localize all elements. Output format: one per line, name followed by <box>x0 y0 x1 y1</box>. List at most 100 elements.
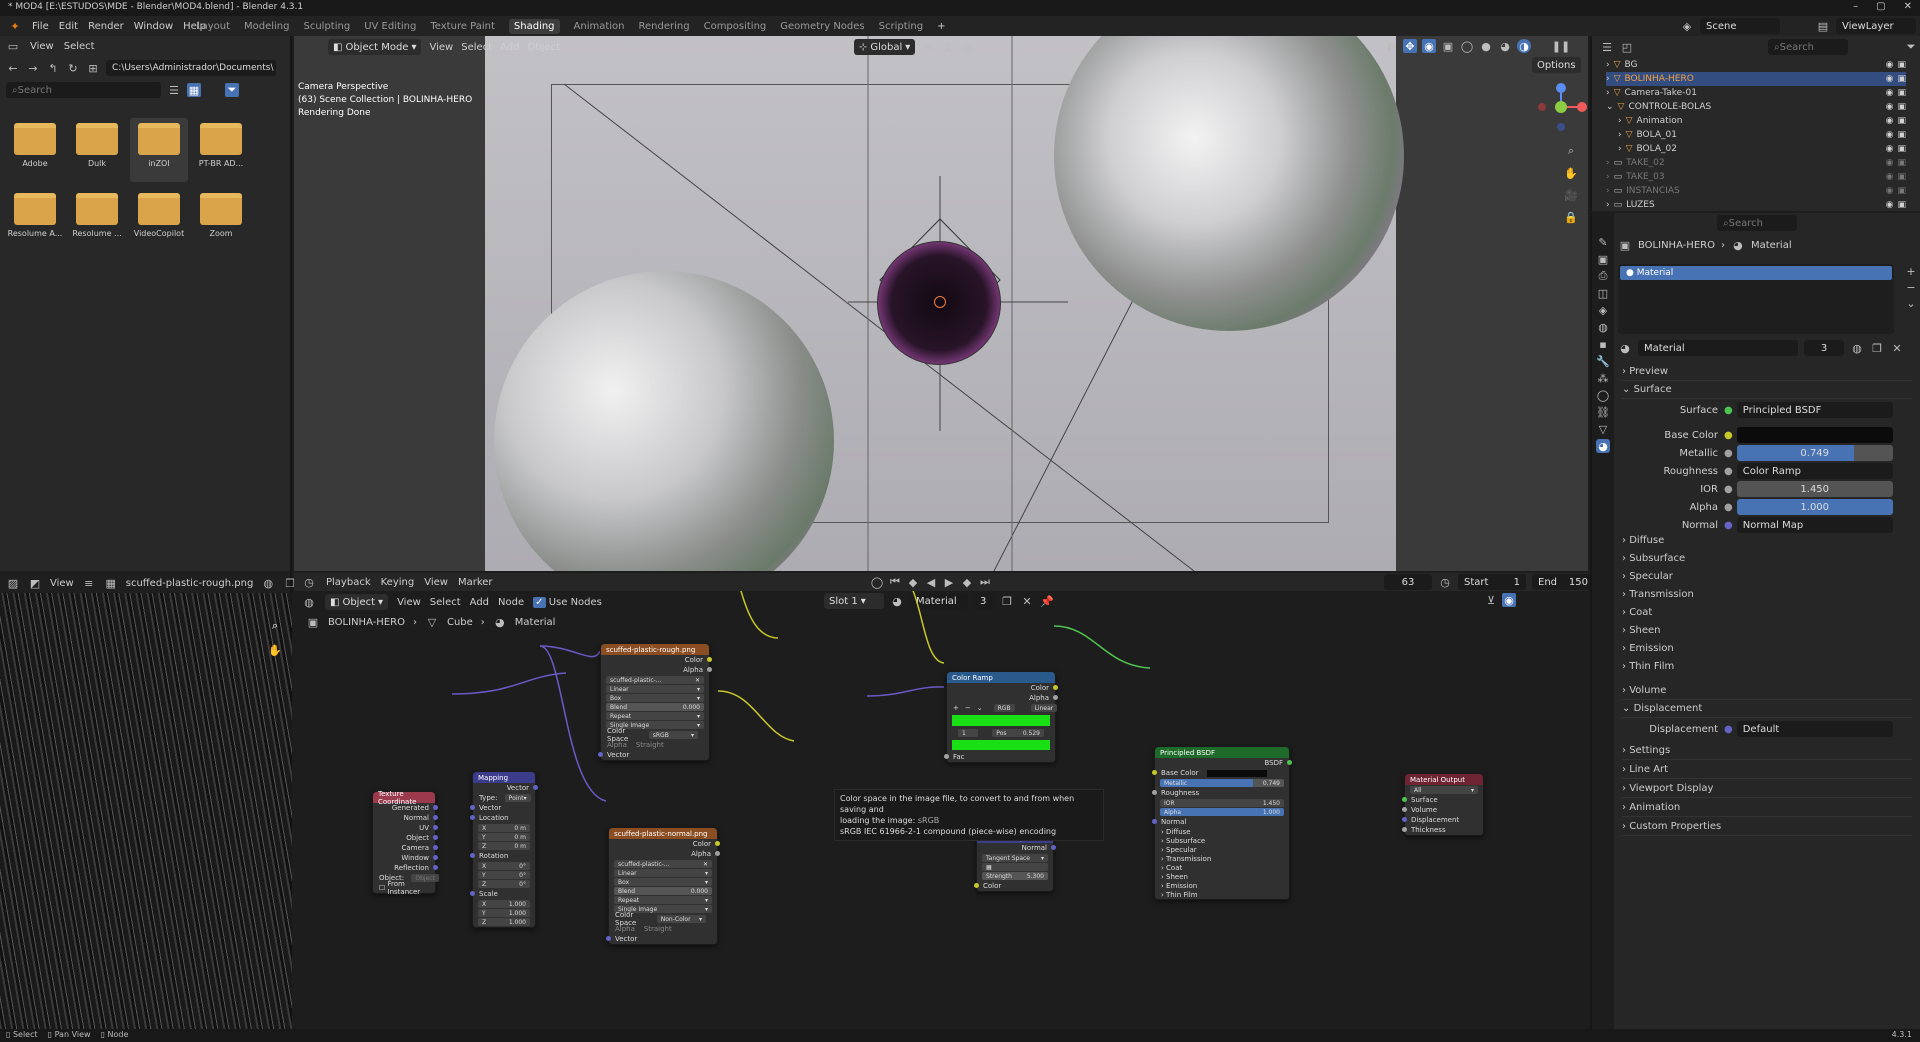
socket-icon[interactable] <box>715 851 720 856</box>
pan-hand-icon[interactable]: ✋ <box>1564 166 1578 180</box>
ramp-color-swatch[interactable] <box>952 740 1050 750</box>
expand-chevron-icon[interactable]: ⌄ <box>1606 102 1614 112</box>
view-layer-icon[interactable]: ◫ <box>1596 286 1610 300</box>
fb-menu-view[interactable]: View <box>30 41 54 52</box>
color-space-dropdown[interactable]: Non-Color ▾ <box>656 915 706 923</box>
color-space-dropdown[interactable]: sRGB ▾ <box>648 731 698 739</box>
image-interp-dropdown[interactable]: Linear ▾ <box>614 869 712 877</box>
bsdf-panel-toggle[interactable]: › Thin Film <box>1155 890 1289 899</box>
mapping-rot-field[interactable]: Y 0° <box>478 871 530 879</box>
socket-dot-icon[interactable]: ● <box>1724 502 1733 513</box>
path-field[interactable]: C:\Users\Administrador\Documents\ <box>106 60 276 76</box>
parent-icon[interactable]: ↰ <box>46 61 60 75</box>
outliner-item[interactable]: › ▭ INSTANCIAS ◉ ▣ <box>1606 184 1906 198</box>
image-proj-dropdown[interactable]: Box ▾ <box>614 878 712 886</box>
output-icon[interactable]: ⎙ <box>1596 269 1610 283</box>
props-panel-1[interactable]: › Line Art <box>1622 764 1912 779</box>
image-texture-rough-node[interactable]: scuffed-plastic-rough.png Color Alpha scuff… <box>598 643 712 761</box>
props-panel-2[interactable]: › Viewport Display <box>1622 783 1912 798</box>
tl-menu-keying[interactable]: Keying <box>381 577 415 588</box>
eye-icon[interactable]: ◉ <box>1886 88 1894 98</box>
camera-render-icon[interactable]: ▣ <box>1897 60 1906 70</box>
pivot-icon[interactable]: ⊙ <box>921 40 935 54</box>
outliner-item[interactable]: › ▽ BOLA_02 ◉ ▣ <box>1618 142 1906 156</box>
mapping-scale-field[interactable]: Z 1.000 <box>478 918 530 926</box>
world-icon[interactable]: ◍ <box>1596 320 1610 334</box>
vp-menu-object[interactable]: Object <box>527 42 560 53</box>
socket-icon[interactable] <box>433 855 438 860</box>
socket-icon[interactable] <box>433 865 438 870</box>
add-stop-icon[interactable]: + <box>953 704 959 712</box>
tab-shading[interactable]: Shading <box>508 19 560 34</box>
expand-chevron-icon[interactable]: › <box>1618 116 1622 126</box>
wireframe-shading-icon[interactable]: ◯ <box>1460 39 1474 53</box>
socket-dot-icon[interactable]: ● <box>1724 466 1733 477</box>
mapping-scale-field[interactable]: Y 1.000 <box>478 909 530 917</box>
maximize-icon[interactable]: ▢ <box>1876 1 1885 12</box>
expand-chevron-icon[interactable]: › <box>1606 158 1610 168</box>
outliner-editor-icon[interactable]: ☰ <box>1600 40 1614 54</box>
socket-icon[interactable] <box>974 883 979 888</box>
outliner-item[interactable]: › ▭ TAKE_02 ◉ ▣ <box>1606 156 1906 170</box>
eye-icon[interactable]: ◉ <box>1886 60 1894 70</box>
thumbnail-view-icon[interactable]: ▦ <box>187 83 201 97</box>
image-name-field[interactable]: scuffed-plastic-rough.png <box>126 578 254 589</box>
outliner-item[interactable]: ⌄ ▽ CONTROLE-BOLAS ◉ ▣ <box>1606 100 1906 114</box>
socket-dot-icon[interactable]: ● <box>1724 448 1733 459</box>
socket-dot-icon[interactable]: ● <box>1724 484 1733 495</box>
modifier-icon[interactable]: 🔧 <box>1596 354 1610 368</box>
outliner-item[interactable]: › ▭ TAKE_03 ◉ ▣ <box>1606 170 1906 184</box>
transform-orientation-dropdown[interactable]: ⊹ Global ▾ <box>854 39 916 55</box>
image-ext-dropdown[interactable]: Repeat ▾ <box>606 712 704 720</box>
camera-render-icon[interactable]: ▣ <box>1897 88 1906 98</box>
folder-item[interactable]: Resolume A... <box>6 188 64 252</box>
menu-file[interactable]: File <box>32 21 49 32</box>
prev-key-icon[interactable]: ◆ <box>906 575 920 589</box>
folder-item[interactable]: inZOI <box>130 118 188 182</box>
socket-icon[interactable] <box>433 845 438 850</box>
timeline-editor-icon[interactable]: ◷ <box>302 575 316 589</box>
checkbox-icon[interactable]: ☐ <box>379 884 388 892</box>
gizmo-icon[interactable]: ✥ <box>1403 39 1417 53</box>
viewport-3d[interactable]: ◧ Object Mode ▾ View Select Add Object ⊹ Gl… <box>294 36 1588 571</box>
image-file-field[interactable]: scuffed-plastic-... ✕ <box>614 860 712 868</box>
folder-item[interactable]: Zoom <box>192 188 250 252</box>
outliner-item[interactable]: › ▽ Animation ◉ ▣ <box>1618 114 1906 128</box>
texture-preview[interactable] <box>0 593 292 1029</box>
material-slot-selected[interactable]: ● Material <box>1620 266 1892 280</box>
bsdf-ior-field[interactable]: IOR 1.450 <box>1160 799 1284 807</box>
shield-icon[interactable]: ◍ <box>261 576 275 590</box>
remove-stop-icon[interactable]: − <box>965 704 971 712</box>
outliner-item[interactable]: › ▽ BG ◉ ▣ <box>1606 58 1906 72</box>
props-search-input[interactable]: ⌕ Search <box>1717 215 1797 231</box>
bsdf-panel-toggle[interactable]: › Diffuse <box>1155 827 1289 836</box>
material-icon[interactable]: ◕ <box>1596 439 1610 453</box>
bsdf-alpha-field[interactable]: Alpha 1.000 <box>1160 808 1284 816</box>
bsdf-panel-toggle[interactable]: › Subsurface <box>1155 836 1289 845</box>
display-mode-icon[interactable]: ◰ <box>1620 40 1634 54</box>
slot-menu-icon[interactable]: ⌄ <box>1904 296 1918 310</box>
socket-icon[interactable] <box>1402 807 1407 812</box>
socket-icon[interactable] <box>470 853 475 858</box>
fb-search-input[interactable]: ⌕ Search <box>6 82 161 98</box>
expand-chevron-icon[interactable]: › <box>1606 60 1610 70</box>
socket-icon[interactable] <box>598 752 603 757</box>
physics-icon[interactable]: ◯ <box>1596 388 1610 402</box>
outliner-filter-icon[interactable]: ⏷ <box>1904 40 1918 54</box>
folder-item[interactable]: VideoCopilot <box>130 188 188 252</box>
socket-icon[interactable] <box>1402 797 1407 802</box>
ramp-gradient[interactable] <box>952 715 1050 726</box>
new-folder-icon[interactable]: ⊞ <box>86 61 100 75</box>
socket-icon[interactable] <box>1053 695 1058 700</box>
bsdf-panel-toggle[interactable]: › Emission <box>1155 881 1289 890</box>
surface-field[interactable]: Principled BSDF <box>1736 402 1893 418</box>
folder-item[interactable]: PT-BR AD... <box>192 118 250 182</box>
folder-item[interactable]: Adobe <box>6 118 64 182</box>
minimize-icon[interactable]: – <box>1853 1 1858 12</box>
ior-field[interactable]: 1.450 <box>1736 481 1893 497</box>
tl-menu-marker[interactable]: Marker <box>458 577 493 588</box>
surface-subpanel[interactable]: › Specular <box>1622 571 1673 582</box>
play-icon[interactable]: ▶ <box>942 575 956 589</box>
jump-start-icon[interactable]: ⏮ <box>888 575 902 589</box>
base-color-swatch[interactable] <box>1736 427 1893 443</box>
